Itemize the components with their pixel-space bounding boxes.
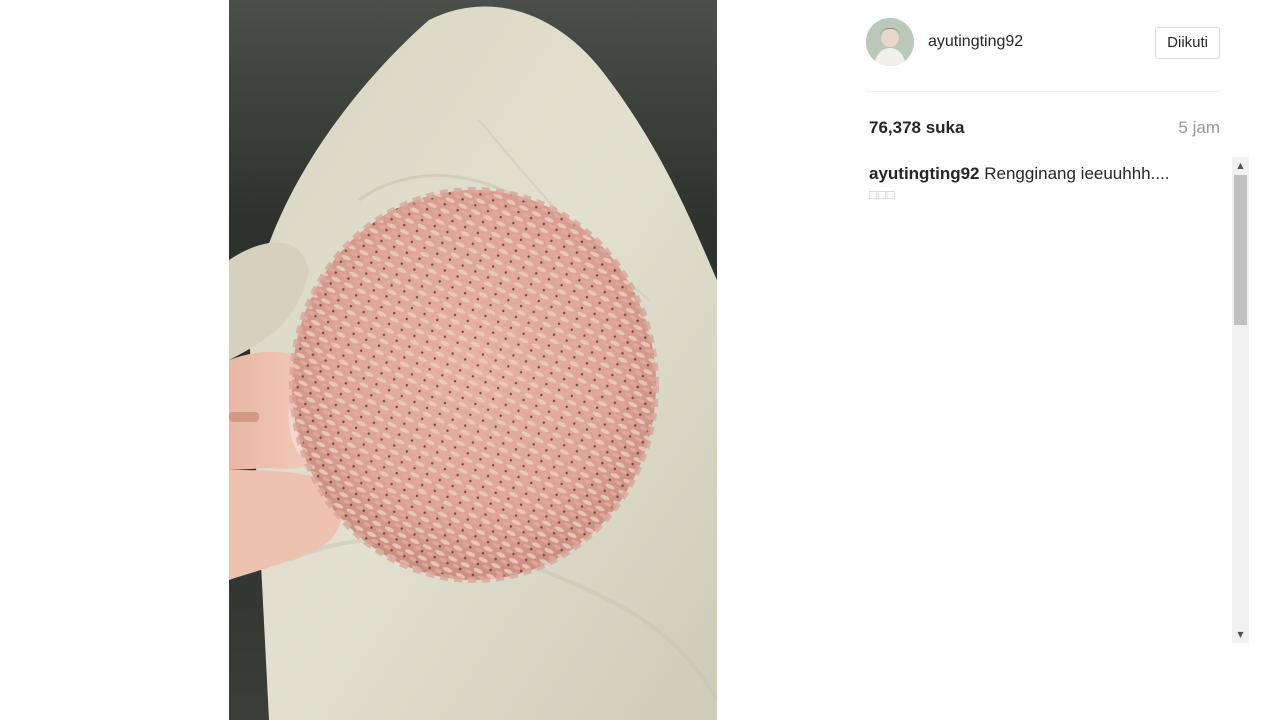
caption-emoji: □□□ [869, 187, 896, 202]
comments-scrollbar[interactable]: ▲ ▼ [1232, 157, 1249, 643]
caption-text: Rengginang ieeuuhhh.... [984, 164, 1170, 183]
following-button[interactable]: Diikuti [1155, 27, 1220, 59]
header-divider [866, 91, 1220, 92]
scroll-thumb[interactable] [1234, 175, 1247, 325]
caption-author[interactable]: ayutingting92 [869, 164, 980, 183]
post-time[interactable]: 5 jam [1178, 118, 1220, 138]
author-username[interactable]: ayutingting92 [928, 33, 1023, 51]
scroll-up-arrow-icon[interactable]: ▲ [1232, 157, 1249, 174]
avatar[interactable] [866, 18, 914, 66]
post-header: ayutingting92 Diikuti [866, 18, 1220, 68]
likes-count[interactable]: 76,378 suka [869, 118, 964, 138]
post-photo-graphic [229, 6, 717, 720]
caption: ayutingting92 Rengginang ieeuuhhh.... □□… [869, 163, 1204, 205]
avatar-image [866, 18, 914, 66]
scroll-down-arrow-icon[interactable]: ▼ [1232, 626, 1249, 643]
post-photo[interactable] [229, 0, 717, 720]
post-sidebar: ayutingting92 Diikuti 76,378 suka 5 jam … [866, 0, 1220, 720]
